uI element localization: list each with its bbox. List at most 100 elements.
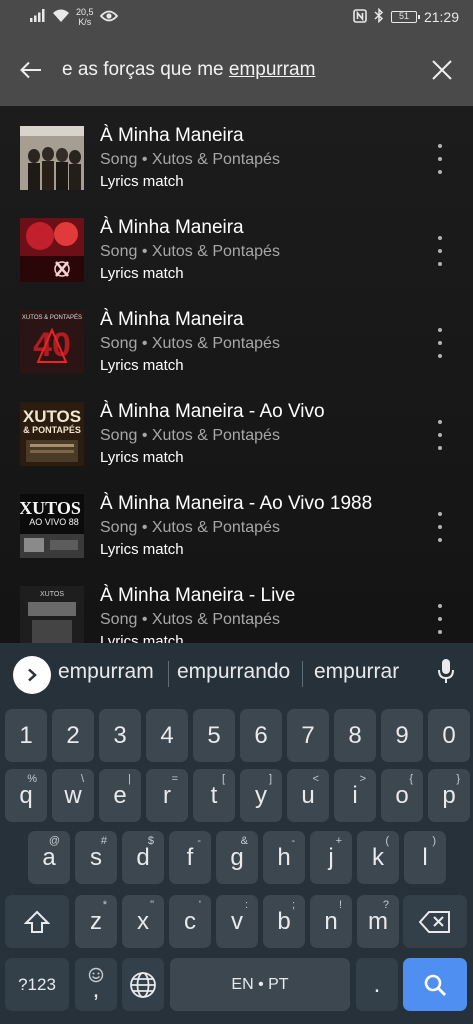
search-key[interactable] — [403, 958, 467, 1011]
symbols-key[interactable]: ?123 — [5, 958, 69, 1011]
track-subtitle: Song • Xutos & Pontapés — [100, 611, 280, 628]
more-options-button[interactable] — [433, 604, 447, 634]
key-w[interactable]: w \ — [52, 769, 94, 822]
key-hint: [ — [221, 773, 225, 785]
key-3[interactable]: 3 — [99, 709, 141, 762]
period-key[interactable]: . — [356, 958, 398, 1011]
track-subtitle: Song • Xutos & Pontapés — [100, 427, 280, 444]
suggestion-3[interactable]: empurrar — [314, 660, 399, 684]
emoji-comma-key[interactable]: , — [75, 958, 117, 1011]
key-i[interactable]: i > — [334, 769, 376, 822]
key-1[interactable]: 1 — [5, 709, 47, 762]
search-bar: e as forças que me empurram — [0, 34, 473, 106]
list-item[interactable]: XUTOS & PONTAPÉS À Minha Maneira - Ao Viv… — [0, 382, 473, 474]
key-hint: & — [240, 835, 248, 847]
key-label: j — [328, 843, 334, 871]
key-l[interactable]: l) — [404, 831, 446, 884]
key-label: t — [210, 781, 218, 809]
key-v[interactable]: v: — [216, 895, 258, 948]
track-subtitle: Song • Xutos & Pontapés — [100, 151, 280, 168]
key-d[interactable]: d $ — [122, 831, 164, 884]
album-art: XUTOS — [20, 586, 84, 643]
key-k[interactable]: k( — [357, 831, 399, 884]
key-4[interactable]: 4 — [146, 709, 188, 762]
key-z[interactable]: z * — [75, 895, 117, 948]
key-label: 4 — [160, 721, 174, 749]
key-j[interactable]: j + — [310, 831, 352, 884]
key-label: v — [231, 907, 243, 935]
clear-search-button[interactable] — [411, 34, 473, 106]
search-results-list: À Minha Maneira Song • Xutos & Pontapés … — [0, 106, 473, 643]
key-hint: + — [335, 835, 342, 847]
key-t[interactable]: t[ — [193, 769, 235, 822]
language-key[interactable] — [122, 958, 164, 1011]
list-item[interactable]: XUTOS AO VIVO 88 À Minha Maneira - Ao Viv… — [0, 474, 473, 566]
comma-label: , — [92, 975, 100, 1003]
key-b[interactable]: b; — [263, 895, 305, 948]
eye-icon — [99, 9, 118, 25]
key-5[interactable]: 5 — [193, 709, 235, 762]
album-art: XUTOS & PONTAPÉS — [20, 402, 84, 466]
key-x[interactable]: x " — [122, 895, 164, 948]
key-label: 0 — [442, 721, 456, 749]
globe-icon — [130, 971, 156, 998]
key-9[interactable]: 9 — [381, 709, 423, 762]
key-2[interactable]: 2 — [52, 709, 94, 762]
key-r[interactable]: r = — [146, 769, 188, 822]
key-u[interactable]: u < — [287, 769, 329, 822]
key-e[interactable]: e | — [99, 769, 141, 822]
key-label: 7 — [301, 721, 315, 749]
more-options-button[interactable] — [433, 236, 447, 266]
key-f[interactable]: f- — [169, 831, 211, 884]
more-options-button[interactable] — [433, 328, 447, 358]
list-item[interactable]: XUTOS & PONTAPÉS 40 À Minha Maneira Song … — [0, 290, 473, 382]
more-options-button[interactable] — [433, 420, 447, 450]
query-composing-word: empurram — [228, 59, 316, 80]
bluetooth-icon — [374, 7, 384, 26]
suggestion-2[interactable]: empurrando — [177, 660, 290, 684]
track-title: À Minha Maneira - Live — [100, 585, 296, 606]
more-options-button[interactable] — [433, 144, 447, 174]
mic-button[interactable] — [437, 658, 455, 689]
status-bar: 20,5 K/s 51 21:29 — [0, 0, 473, 34]
key-c[interactable]: c ' — [169, 895, 211, 948]
list-item[interactable]: XUTOS À Minha Maneira - Live Song • Xuto… — [0, 566, 473, 643]
key-hint: ] — [268, 773, 272, 785]
expand-suggestions-button[interactable] — [13, 656, 51, 694]
key-hint: : — [244, 899, 248, 911]
key-8[interactable]: 8 — [334, 709, 376, 762]
back-button[interactable] — [0, 34, 62, 106]
key-q[interactable]: q% — [5, 769, 47, 822]
space-bar[interactable]: EN • PT — [170, 958, 350, 1011]
key-hint: $ — [147, 835, 154, 847]
key-hint: = — [171, 773, 178, 785]
key-a[interactable]: a @ — [28, 831, 70, 884]
more-options-button[interactable] — [433, 512, 447, 542]
more-vert-icon — [438, 328, 442, 332]
album-art — [20, 126, 84, 190]
key-o[interactable]: o{ — [381, 769, 423, 822]
key-y[interactable]: y] — [240, 769, 282, 822]
key-7[interactable]: 7 — [287, 709, 329, 762]
key-p[interactable]: p} — [428, 769, 470, 822]
key-0[interactable]: 0 — [428, 709, 470, 762]
backspace-key[interactable] — [403, 895, 467, 948]
key-g[interactable]: g & — [216, 831, 258, 884]
list-item[interactable]: À Minha Maneira Song • Xutos & Pontapés … — [0, 106, 473, 198]
key-h[interactable]: h- — [263, 831, 305, 884]
shift-key[interactable] — [5, 895, 69, 948]
key-m[interactable]: m? — [357, 895, 399, 948]
key-6[interactable]: 6 — [240, 709, 282, 762]
key-s[interactable]: s # — [75, 831, 117, 884]
key-label: c — [184, 907, 196, 935]
divider — [302, 661, 303, 687]
suggestion-1[interactable]: empurram — [58, 660, 154, 684]
battery-icon: 51 — [390, 11, 420, 23]
track-title: À Minha Maneira — [100, 217, 244, 238]
search-input[interactable]: e as forças que me empurram — [62, 59, 411, 81]
list-item[interactable]: À Minha Maneira Song • Xutos & Pontapés … — [0, 198, 473, 290]
more-vert-icon — [438, 512, 442, 516]
key-hint: } — [456, 773, 460, 785]
key-n[interactable]: n! — [310, 895, 352, 948]
net-speed: 20,5 K/s — [76, 7, 94, 27]
